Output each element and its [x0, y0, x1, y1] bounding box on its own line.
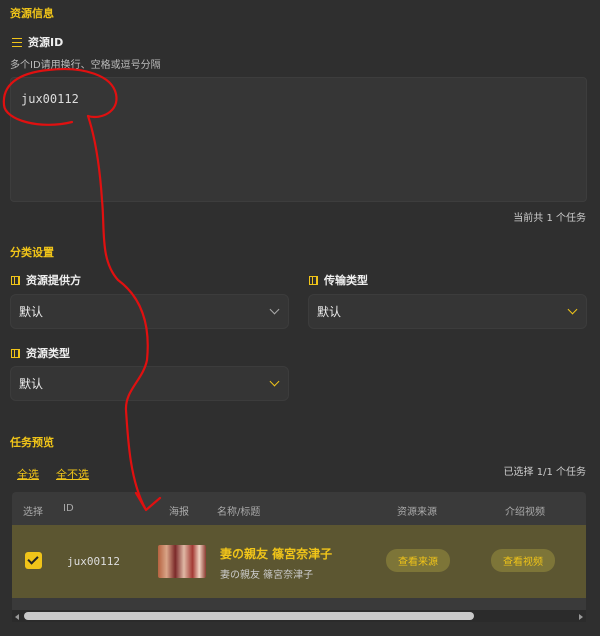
- horizontal-scrollbar[interactable]: [12, 610, 586, 622]
- resource-id-label-text: 资源ID: [28, 36, 64, 49]
- transfer-value: 默认: [317, 305, 342, 319]
- provider-value: 默认: [19, 305, 44, 319]
- resource-info-title: 资源信息: [10, 7, 54, 20]
- film-icon: [11, 275, 20, 285]
- column-poster: 海报: [169, 507, 189, 518]
- provider-label: 资源提供方: [11, 272, 81, 288]
- select-all-link[interactable]: 全选: [17, 466, 39, 482]
- chevron-down-icon: [269, 304, 280, 315]
- chevron-down-icon: [269, 376, 280, 387]
- preview-title: 任务预览: [10, 436, 54, 449]
- type-label: 资源类型: [11, 345, 70, 361]
- provider-label-text: 资源提供方: [26, 274, 81, 287]
- resource-id-hint: 多个ID请用换行、空格或逗号分隔: [10, 60, 161, 71]
- selected-count: 已选择 1/1 个任务: [503, 467, 586, 478]
- scroll-right-icon[interactable]: [579, 614, 583, 620]
- view-video-button[interactable]: 查看视频: [491, 549, 555, 572]
- row-id: jux00112: [67, 555, 120, 568]
- column-video: 介绍视频: [505, 507, 545, 518]
- column-select: 选择: [23, 507, 43, 518]
- resource-id-value: jux00112: [21, 92, 79, 106]
- type-select[interactable]: 默认: [10, 366, 289, 401]
- view-source-button[interactable]: 查看来源: [386, 549, 450, 572]
- list-icon: [12, 37, 22, 47]
- poster-image: [158, 545, 206, 578]
- column-title: 名称/标题: [217, 507, 261, 518]
- resource-id-textarea[interactable]: jux00112: [10, 77, 587, 202]
- column-source: 资源来源: [397, 507, 437, 518]
- type-label-text: 资源类型: [26, 347, 70, 360]
- film-icon: [11, 348, 20, 358]
- type-value: 默认: [19, 377, 44, 391]
- provider-select[interactable]: 默认: [10, 294, 289, 329]
- transfer-label: 传输类型: [309, 272, 368, 288]
- column-id: ID: [63, 503, 74, 514]
- table-footer: [12, 598, 586, 610]
- row-title: 妻の親友 篠宮奈津子: [220, 547, 333, 561]
- resource-id-label: 资源ID: [12, 34, 63, 50]
- select-none-link[interactable]: 全不选: [56, 466, 89, 482]
- chevron-down-icon: [567, 304, 578, 315]
- row-checkbox[interactable]: [25, 552, 42, 569]
- row-subtitle: 妻の親友 篠宮奈津子: [220, 570, 314, 581]
- category-title: 分类设置: [10, 246, 54, 259]
- scroll-left-icon[interactable]: [15, 614, 19, 620]
- film-icon: [309, 275, 318, 285]
- table-header: [12, 492, 586, 525]
- transfer-label-text: 传输类型: [324, 274, 368, 287]
- transfer-select[interactable]: 默认: [308, 294, 587, 329]
- scrollbar-thumb[interactable]: [24, 612, 474, 620]
- task-count: 当前共 1 个任务: [513, 213, 586, 224]
